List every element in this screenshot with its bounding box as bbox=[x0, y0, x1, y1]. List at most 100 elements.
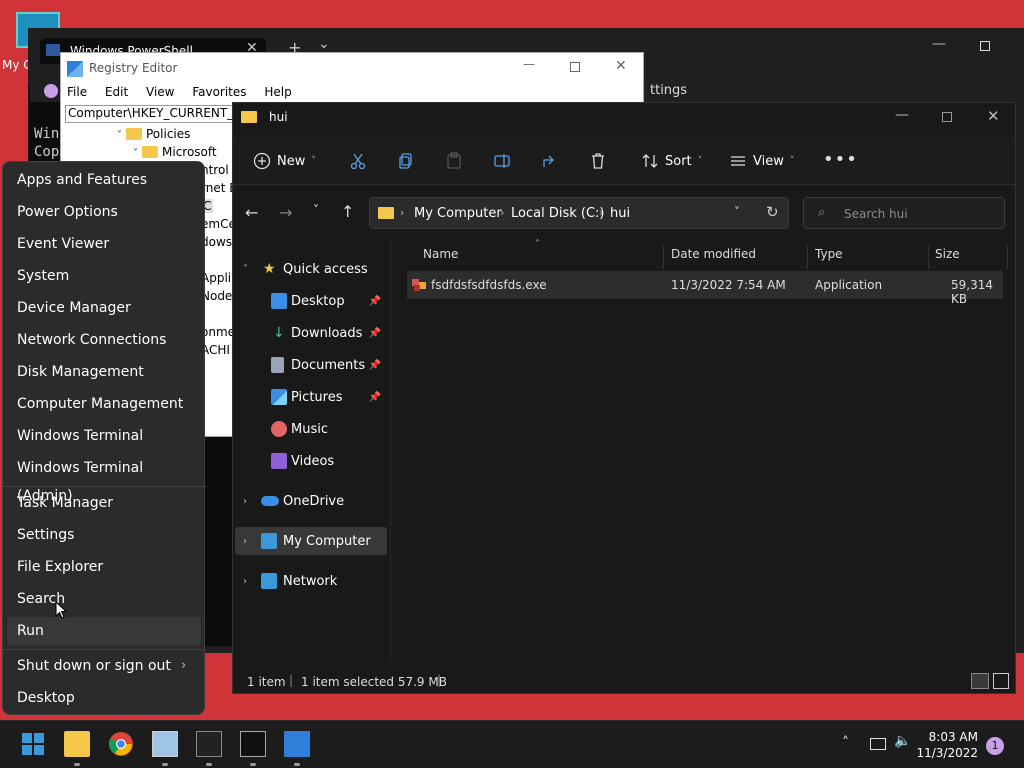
menu-search[interactable]: Search bbox=[7, 585, 201, 613]
registry-close-button[interactable]: ✕ bbox=[615, 58, 627, 74]
address-dropdown-icon[interactable]: ˅ bbox=[734, 205, 740, 219]
menu-apps-and-features[interactable]: Apps and Features bbox=[7, 166, 201, 194]
network-status-icon[interactable] bbox=[870, 738, 886, 750]
sidebar-quick-access[interactable]: ˅ ★ Quick access bbox=[233, 255, 389, 283]
copy-icon[interactable] bbox=[397, 152, 415, 170]
new-button[interactable]: New ˅ bbox=[253, 149, 316, 173]
sort-button[interactable]: Sort ˅ bbox=[641, 149, 702, 173]
search-input[interactable]: ⌕ Search hui bbox=[803, 197, 1005, 229]
share-icon[interactable] bbox=[541, 152, 559, 170]
plus-circle-icon bbox=[253, 152, 271, 170]
menu-network-connections[interactable]: Network Connections bbox=[7, 326, 201, 354]
menu-power-options[interactable]: Power Options bbox=[7, 198, 201, 226]
registry-minimize-button[interactable]: — bbox=[523, 57, 535, 71]
file-explorer-window[interactable]: hui — ✕ New ˅ Sort ˅ View ˅ ••• ← → ˅ ↑ › bbox=[232, 102, 1016, 766]
paste-icon[interactable] bbox=[445, 152, 463, 170]
registry-editor-taskbar-icon[interactable] bbox=[284, 731, 310, 757]
delete-icon[interactable] bbox=[589, 152, 607, 170]
notification-badge[interactable]: 1 bbox=[986, 737, 1004, 755]
breadcrumb-local-disk[interactable]: Local Disk (C:) bbox=[511, 206, 604, 221]
explorer-minimize-button[interactable]: — bbox=[895, 107, 909, 123]
explorer-maximize-button[interactable] bbox=[942, 112, 952, 122]
clock[interactable]: 8:03 AM 11/3/2022 bbox=[916, 729, 978, 761]
registry-maximize-button[interactable] bbox=[570, 62, 580, 72]
menu-settings[interactable]: Settings bbox=[7, 521, 201, 549]
registry-partial-item[interactable]: ACHI bbox=[201, 343, 230, 357]
sidebar-item-downloads[interactable]: ↓ Downloads 📌 bbox=[233, 319, 389, 347]
registry-partial-item[interactable]: Appli bbox=[201, 271, 231, 285]
registry-partial-item[interactable]: emCe bbox=[201, 217, 236, 231]
cloud-icon bbox=[261, 496, 279, 506]
registry-tree-item[interactable]: ˅ Policies bbox=[117, 127, 190, 141]
start-icon[interactable] bbox=[20, 731, 46, 757]
details-view-icon[interactable] bbox=[971, 673, 989, 689]
resource-monitor-icon[interactable] bbox=[152, 731, 178, 757]
menu-desktop[interactable]: Desktop bbox=[7, 684, 201, 712]
menu-edit[interactable]: Edit bbox=[105, 85, 128, 99]
registry-partial-item[interactable]: dows bbox=[201, 235, 232, 249]
address-bar[interactable]: › My Computer › Local Disk (C:) › hui ˅ … bbox=[369, 197, 789, 229]
sidebar-item-documents[interactable]: Documents 📌 bbox=[233, 351, 389, 379]
sidebar-item-pictures[interactable]: Pictures 📌 bbox=[233, 383, 389, 411]
sidebar-item-videos[interactable]: Videos bbox=[233, 447, 389, 475]
table-row[interactable]: fsdfdsfsdfdsfds.exe 11/3/2022 7:54 AM Ap… bbox=[407, 271, 1003, 306]
menu-disk-management[interactable]: Disk Management bbox=[7, 358, 201, 386]
breadcrumb-my-computer[interactable]: My Computer bbox=[414, 206, 502, 221]
registry-partial-item[interactable]: onme bbox=[201, 325, 235, 339]
menu-event-viewer[interactable]: Event Viewer bbox=[7, 230, 201, 258]
sidebar-network[interactable]: › Network bbox=[233, 567, 389, 595]
sidebar-item-music[interactable]: Music bbox=[233, 415, 389, 443]
menu-windows-terminal[interactable]: Windows Terminal bbox=[7, 422, 201, 450]
column-header-date-modified[interactable]: Date modified bbox=[671, 247, 756, 261]
menu-computer-management[interactable]: Computer Management bbox=[7, 390, 201, 418]
menu-favorites[interactable]: Favorites bbox=[192, 85, 246, 99]
powershell-minimize-button[interactable]: — bbox=[932, 36, 946, 52]
sidebar-item-desktop[interactable]: Desktop 📌 bbox=[233, 287, 389, 315]
explorer-close-button[interactable]: ✕ bbox=[987, 107, 1000, 125]
view-button[interactable]: View ˅ bbox=[729, 149, 794, 173]
menu-windows-terminal-admin[interactable]: Windows Terminal (Admin) bbox=[7, 454, 201, 504]
terminal-icon[interactable] bbox=[196, 731, 222, 757]
file-explorer-taskbar-icon[interactable] bbox=[64, 731, 90, 757]
menu-help[interactable]: Help bbox=[264, 85, 291, 99]
menu-task-manager[interactable]: Task Manager bbox=[7, 489, 201, 517]
tab-dropdown-button[interactable]: ⌄ bbox=[318, 36, 330, 52]
status-item-count: 1 item bbox=[247, 675, 286, 689]
back-arrow-icon[interactable]: ← bbox=[245, 203, 258, 222]
menu-file-explorer[interactable]: File Explorer bbox=[7, 553, 201, 581]
volume-icon[interactable]: 🔈 bbox=[894, 733, 911, 749]
more-options-icon[interactable]: ••• bbox=[823, 149, 858, 170]
pin-icon[interactable]: 📌 bbox=[369, 392, 381, 403]
recent-chevron-icon[interactable]: ˅ bbox=[313, 203, 319, 217]
column-header-size[interactable]: Size bbox=[935, 247, 960, 261]
menu-device-manager[interactable]: Device Manager bbox=[7, 294, 201, 322]
pin-icon[interactable]: 📌 bbox=[369, 328, 381, 339]
pin-icon[interactable]: 📌 bbox=[369, 296, 381, 307]
chevron-up-icon[interactable]: ˄ bbox=[842, 735, 849, 751]
column-header-type[interactable]: Type bbox=[815, 247, 843, 261]
menu-shut-down-or-sign-out[interactable]: Shut down or sign out bbox=[7, 652, 201, 680]
menu-file[interactable]: File bbox=[67, 85, 87, 99]
powershell-maximize-button[interactable] bbox=[980, 41, 990, 51]
menu-run[interactable]: Run bbox=[7, 617, 201, 645]
sidebar-my-computer[interactable]: › My Computer bbox=[235, 527, 387, 555]
tiles-view-icon[interactable] bbox=[993, 673, 1009, 689]
sidebar-onedrive[interactable]: › OneDrive bbox=[233, 487, 389, 515]
refresh-icon[interactable]: ↻ bbox=[766, 203, 779, 221]
registry-partial-item[interactable]: Node bbox=[201, 289, 232, 303]
chrome-icon[interactable] bbox=[108, 731, 134, 757]
navigation-bar: ← → ˅ ↑ › My Computer › Local Disk (C:) … bbox=[233, 185, 1015, 241]
menu-view[interactable]: View bbox=[146, 85, 174, 99]
winx-context-menu: Apps and Features Power Options Event Vi… bbox=[2, 161, 206, 715]
menu-system[interactable]: System bbox=[7, 262, 201, 290]
registry-tree-item[interactable]: ˅ Microsoft bbox=[133, 145, 217, 159]
command-prompt-icon[interactable] bbox=[240, 731, 266, 757]
column-header-name[interactable]: Name bbox=[423, 247, 458, 261]
up-arrow-icon[interactable]: ↑ bbox=[341, 202, 354, 221]
forward-arrow-icon[interactable]: → bbox=[279, 203, 292, 222]
pin-icon[interactable]: 📌 bbox=[369, 360, 381, 371]
breadcrumb-hui[interactable]: hui bbox=[610, 206, 630, 221]
cut-icon[interactable] bbox=[349, 152, 367, 170]
registry-address-bar[interactable]: Computer\HKEY_CURRENT_USE bbox=[65, 105, 245, 123]
rename-icon[interactable] bbox=[493, 152, 511, 170]
